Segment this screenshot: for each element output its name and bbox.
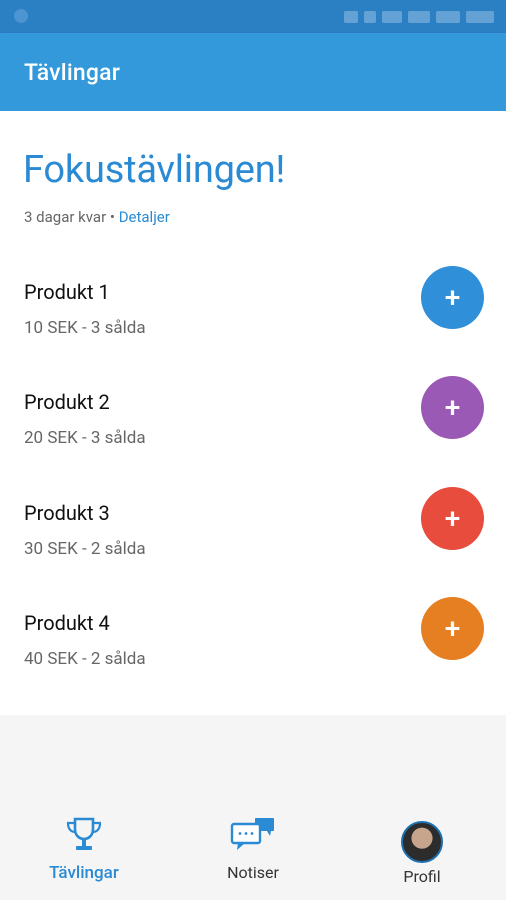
product-name: Produkt 4 <box>24 611 110 635</box>
add-button-product-1[interactable]: + <box>421 266 484 329</box>
chat-icon <box>230 818 274 850</box>
product-meta: 20 SEK - 3 sålda <box>24 428 146 448</box>
nav-label: Notiser <box>227 863 279 882</box>
nav-label: Profil <box>403 867 441 886</box>
plus-icon: + <box>444 501 461 535</box>
details-link[interactable]: Detaljer <box>119 208 170 226</box>
plus-icon: + <box>444 390 461 424</box>
product-item-4: Produkt 4 40 SEK - 2 sålda + <box>0 597 506 721</box>
product-name: Produkt 3 <box>24 501 110 525</box>
contest-remaining: 3 dagar kvar <box>24 208 107 226</box>
status-bar <box>0 0 506 33</box>
contest-subline: 3 dagar kvar • Detaljer <box>24 208 170 226</box>
add-button-product-3[interactable]: + <box>421 487 484 550</box>
plus-icon: + <box>444 280 461 314</box>
main-content: Fokustävlingen! 3 dagar kvar • Detaljer … <box>0 111 506 715</box>
contest-title: Fokustävlingen! <box>23 148 286 192</box>
app-bar: Tävlingar <box>0 33 506 111</box>
status-icons <box>324 10 494 24</box>
app-title: Tävlingar <box>24 59 121 86</box>
nav-item-tavlingar[interactable]: Tävlingar <box>14 815 154 883</box>
plus-icon: + <box>444 611 461 645</box>
product-meta: 40 SEK - 2 sålda <box>24 649 146 669</box>
add-button-product-2[interactable]: + <box>421 376 484 439</box>
product-name: Produkt 2 <box>24 390 110 414</box>
separator-dot: • <box>109 208 115 226</box>
status-app-icon <box>14 9 28 23</box>
bottom-navigation: Tävlingar Notiser Profil <box>0 800 506 900</box>
nav-item-profil[interactable]: Profil <box>352 815 492 886</box>
nav-item-notiser[interactable]: Notiser <box>183 815 323 882</box>
avatar <box>401 821 443 863</box>
add-button-product-4[interactable]: + <box>421 597 484 660</box>
product-item-3: Produkt 3 30 SEK - 2 sålda + <box>0 487 506 611</box>
product-meta: 10 SEK - 3 sålda <box>24 318 146 338</box>
product-name: Produkt 1 <box>24 280 110 304</box>
nav-label: Tävlingar <box>49 863 119 883</box>
product-item-1: Produkt 1 10 SEK - 3 sålda + <box>0 266 506 390</box>
trophy-icon <box>66 817 102 850</box>
product-item-2: Produkt 2 20 SEK - 3 sålda + <box>0 376 506 500</box>
product-meta: 30 SEK - 2 sålda <box>24 539 146 559</box>
